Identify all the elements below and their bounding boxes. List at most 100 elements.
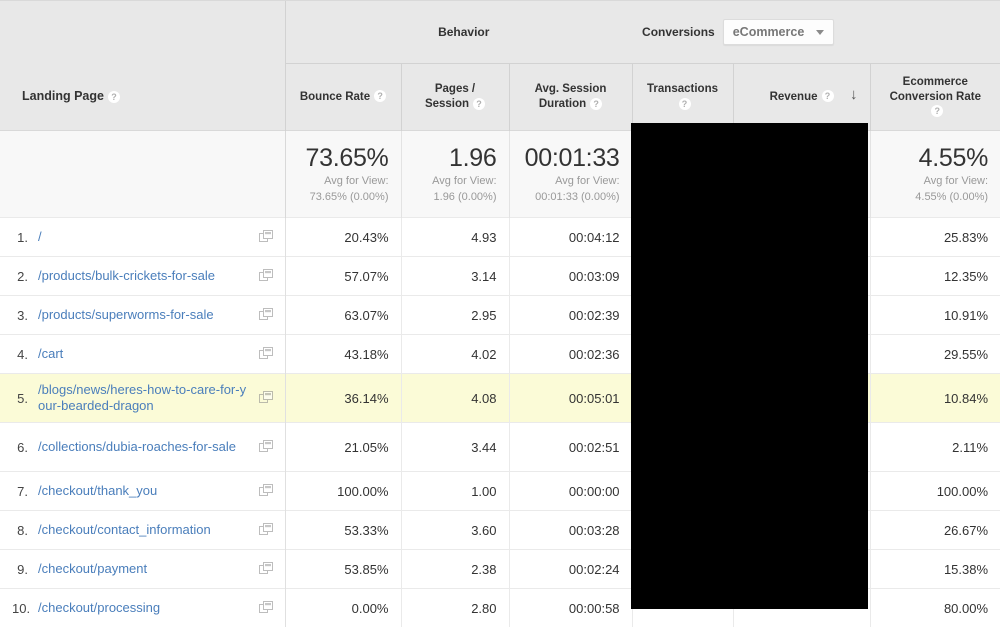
- open-in-new-window-icon[interactable]: [259, 308, 275, 322]
- open-in-new-window-icon[interactable]: [259, 440, 275, 454]
- help-icon[interactable]: ?: [374, 90, 386, 102]
- avg-session-duration-cell: 00:02:39: [509, 296, 632, 335]
- bounce-rate-cell: 43.18%: [285, 335, 401, 374]
- ecommerce-conversion-rate-cell: 100.00%: [870, 472, 1000, 511]
- open-in-new-window-icon[interactable]: [259, 391, 275, 405]
- row-index: 6.: [12, 440, 38, 455]
- column-header-bounce-rate[interactable]: Bounce Rate?: [285, 64, 401, 131]
- pages-session-cell: 3.60: [401, 511, 509, 550]
- landing-page-link[interactable]: /collections/dubia-roaches-for-sale: [38, 439, 251, 455]
- summary-bounce-rate-value: 73.65%: [298, 144, 389, 172]
- conversions-group-label: Conversions: [642, 25, 715, 39]
- summary-pages-session-value: 1.96: [414, 144, 497, 172]
- summary-avg-session-duration: 00:01:33 Avg for View: 00:01:33 (0.00%): [509, 131, 632, 218]
- avg-session-duration-cell: 00:03:28: [509, 511, 632, 550]
- row-index: 8.: [12, 523, 38, 538]
- help-icon[interactable]: ?: [473, 98, 485, 110]
- column-header-bounce-rate-label: Bounce Rate: [300, 91, 370, 103]
- column-header-transactions-label: Transactions: [647, 83, 718, 95]
- help-icon[interactable]: ?: [931, 105, 943, 117]
- landing-page-link[interactable]: /products/superworms-for-sale: [38, 307, 251, 323]
- summary-pages-session-compare: 1.96 (0.00%): [414, 190, 497, 204]
- summary-dimension-cell: [0, 131, 285, 218]
- landing-page-link[interactable]: /cart: [38, 346, 251, 362]
- column-header-ecommerce-conversion-rate[interactable]: Ecommerce Conversion Rate ?: [870, 64, 1000, 131]
- column-header-avg-session-duration-line2: Duration: [539, 98, 586, 110]
- ecommerce-conversion-rate-cell: 29.55%: [870, 335, 1000, 374]
- landing-page-cell: 6./collections/dubia-roaches-for-sale: [0, 423, 285, 472]
- ecommerce-conversion-rate-cell: 10.91%: [870, 296, 1000, 335]
- bounce-rate-cell: 20.43%: [285, 218, 401, 257]
- landing-page-link[interactable]: /checkout/payment: [38, 561, 251, 577]
- conversions-segment-value: eCommerce: [733, 25, 805, 39]
- landing-page-cell: 7./checkout/thank_you: [0, 472, 285, 511]
- behavior-group-label: Behavior: [286, 25, 633, 39]
- column-header-landing-page[interactable]: Landing Page?: [0, 64, 285, 131]
- avg-session-duration-cell: 00:02:36: [509, 335, 632, 374]
- pages-session-cell: 1.00: [401, 472, 509, 511]
- pages-session-cell: 3.14: [401, 257, 509, 296]
- bounce-rate-cell: 21.05%: [285, 423, 401, 472]
- open-in-new-window-icon[interactable]: [259, 269, 275, 283]
- summary-ecommerce-conversion-rate-value: 4.55%: [883, 144, 989, 172]
- summary-pages-session: 1.96 Avg for View: 1.96 (0.00%): [401, 131, 509, 218]
- avg-session-duration-cell: 00:05:01: [509, 374, 632, 423]
- summary-ecommerce-conversion-rate-avg-label: Avg for View:: [883, 174, 989, 188]
- conversions-segment-dropdown[interactable]: eCommerce: [723, 19, 835, 45]
- column-header-row: Landing Page? Bounce Rate? Pages / Sessi…: [0, 64, 1000, 131]
- landing-page-link[interactable]: /checkout/contact_information: [38, 522, 251, 538]
- column-header-ecommerce-conversion-rate-line2: Conversion Rate: [890, 91, 981, 103]
- landing-page-link[interactable]: /blogs/news/heres-how-to-care-for-your-b…: [38, 382, 251, 414]
- open-in-new-window-icon[interactable]: [259, 562, 275, 576]
- ecommerce-conversion-rate-cell: 2.11%: [870, 423, 1000, 472]
- landing-page-link[interactable]: /checkout/processing: [38, 600, 251, 616]
- bounce-rate-cell: 36.14%: [285, 374, 401, 423]
- bounce-rate-cell: 53.85%: [285, 550, 401, 589]
- row-index: 9.: [12, 562, 38, 577]
- column-header-transactions[interactable]: Transactions ?: [632, 64, 733, 131]
- help-icon[interactable]: ?: [590, 98, 602, 110]
- summary-ecommerce-conversion-rate-compare: 4.55% (0.00%): [883, 190, 989, 204]
- summary-avg-session-duration-avg-label: Avg for View:: [522, 174, 620, 188]
- summary-avg-session-duration-value: 00:01:33: [522, 144, 620, 172]
- avg-session-duration-cell: 00:03:09: [509, 257, 632, 296]
- column-header-revenue[interactable]: Revenue? ↓: [733, 64, 870, 131]
- bounce-rate-cell: 100.00%: [285, 472, 401, 511]
- column-header-pages-session-line1: Pages /: [435, 83, 475, 95]
- ecommerce-conversion-rate-cell: 12.35%: [870, 257, 1000, 296]
- avg-session-duration-cell: 00:00:00: [509, 472, 632, 511]
- column-header-avg-session-duration[interactable]: Avg. Session Duration?: [509, 64, 632, 131]
- open-in-new-window-icon[interactable]: [259, 484, 275, 498]
- row-index: 7.: [12, 484, 38, 499]
- dimension-group-cell: [0, 1, 285, 64]
- avg-session-duration-cell: 00:04:12: [509, 218, 632, 257]
- summary-bounce-rate-compare: 73.65% (0.00%): [298, 190, 389, 204]
- pages-session-cell: 4.08: [401, 374, 509, 423]
- behavior-group-cell: Behavior: [285, 1, 632, 64]
- help-icon[interactable]: ?: [679, 98, 691, 110]
- open-in-new-window-icon[interactable]: [259, 230, 275, 244]
- help-icon[interactable]: ?: [822, 90, 834, 102]
- ecommerce-conversion-rate-cell: 25.83%: [870, 218, 1000, 257]
- summary-bounce-rate-avg-label: Avg for View:: [298, 174, 389, 188]
- landing-page-link[interactable]: /products/bulk-crickets-for-sale: [38, 268, 251, 284]
- landing-page-link[interactable]: /checkout/thank_you: [38, 483, 251, 499]
- pages-session-cell: 4.02: [401, 335, 509, 374]
- bounce-rate-cell: 57.07%: [285, 257, 401, 296]
- open-in-new-window-icon[interactable]: [259, 347, 275, 361]
- ecommerce-conversion-rate-cell: 26.67%: [870, 511, 1000, 550]
- column-header-landing-page-label: Landing Page: [22, 89, 104, 103]
- help-icon[interactable]: ?: [108, 91, 120, 103]
- column-header-revenue-label: Revenue: [770, 91, 818, 103]
- pages-session-cell: 2.95: [401, 296, 509, 335]
- landing-page-cell: 9./checkout/payment: [0, 550, 285, 589]
- open-in-new-window-icon[interactable]: [259, 601, 275, 615]
- row-index: 1.: [12, 230, 38, 245]
- row-index: 4.: [12, 347, 38, 362]
- landing-page-link[interactable]: /: [38, 229, 251, 245]
- open-in-new-window-icon[interactable]: [259, 523, 275, 537]
- landing-page-cell: 1./: [0, 218, 285, 257]
- ecommerce-conversion-rate-cell: 10.84%: [870, 374, 1000, 423]
- column-header-pages-session[interactable]: Pages / Session?: [401, 64, 509, 131]
- bounce-rate-cell: 53.33%: [285, 511, 401, 550]
